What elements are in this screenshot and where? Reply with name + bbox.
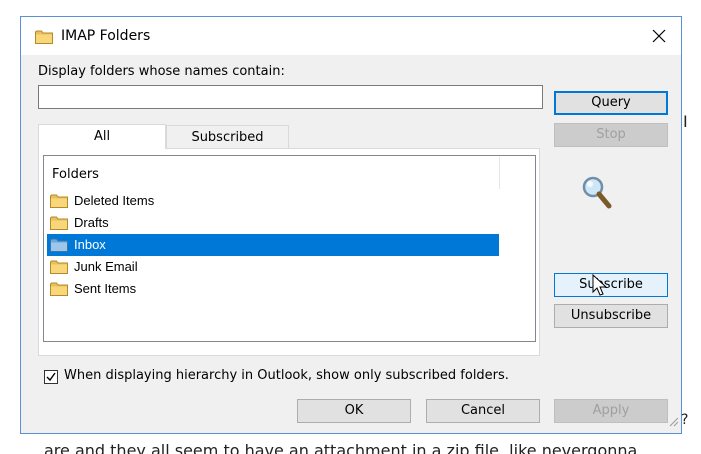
mouse-pointer-icon bbox=[592, 273, 608, 302]
list-item[interactable]: Sent Items bbox=[47, 278, 499, 300]
list-item-label: Inbox bbox=[74, 237, 106, 252]
folder-icon bbox=[50, 260, 68, 278]
folder-icon bbox=[50, 216, 68, 234]
list-item-label: Drafts bbox=[74, 215, 109, 230]
filter-label: Display folders whose names contain: bbox=[38, 64, 285, 79]
close-button[interactable] bbox=[643, 21, 675, 51]
imap-folders-dialog: IMAP Folders Display folders whose names… bbox=[20, 16, 682, 434]
magnifier-icon bbox=[581, 175, 613, 213]
background-glyph-question: ? bbox=[681, 412, 689, 428]
tab-subscribed[interactable]: Subscribed bbox=[166, 125, 289, 148]
background-text: are and they all seem to have an attachm… bbox=[44, 441, 653, 454]
resize-grip-icon[interactable] bbox=[667, 415, 679, 431]
apply-button[interactable]: Apply bbox=[554, 399, 668, 423]
stop-button[interactable]: Stop bbox=[554, 123, 668, 147]
folder-icon bbox=[35, 30, 53, 48]
folders-list[interactable]: Folders Deleted Items Drafts Inbox Junk … bbox=[43, 155, 536, 342]
folder-icon bbox=[50, 238, 68, 256]
ok-button[interactable]: OK bbox=[297, 399, 411, 423]
list-item-label: Junk Email bbox=[74, 259, 138, 274]
query-button[interactable]: Query bbox=[554, 91, 668, 115]
cancel-button[interactable]: Cancel bbox=[426, 399, 540, 423]
show-subscribed-only-checkbox[interactable] bbox=[44, 370, 58, 384]
list-item-label: Sent Items bbox=[74, 281, 137, 296]
list-item-selected[interactable]: Inbox bbox=[47, 234, 499, 256]
folder-name-filter-input[interactable] bbox=[38, 85, 543, 109]
unsubscribe-button[interactable]: Unsubscribe bbox=[554, 304, 668, 328]
close-icon bbox=[652, 29, 666, 43]
title-bar: IMAP Folders bbox=[21, 17, 681, 55]
list-item-label: Deleted Items bbox=[74, 193, 155, 208]
list-item[interactable]: Drafts bbox=[47, 212, 499, 234]
checkmark-icon bbox=[46, 372, 56, 382]
column-divider[interactable] bbox=[499, 157, 500, 189]
background-glyph: I bbox=[683, 112, 688, 131]
list-item[interactable]: Junk Email bbox=[47, 256, 499, 278]
dialog-title: IMAP Folders bbox=[61, 28, 151, 44]
tab-all[interactable]: All bbox=[38, 124, 166, 149]
show-subscribed-only-label[interactable]: When displaying hierarchy in Outlook, sh… bbox=[64, 368, 509, 383]
folder-icon bbox=[50, 282, 68, 300]
folders-column-header: Folders bbox=[52, 167, 99, 182]
folder-icon bbox=[50, 194, 68, 212]
subscribe-button[interactable]: Subscribe bbox=[554, 273, 668, 297]
list-item[interactable]: Deleted Items bbox=[47, 190, 499, 212]
list-header[interactable]: Folders bbox=[44, 156, 499, 190]
